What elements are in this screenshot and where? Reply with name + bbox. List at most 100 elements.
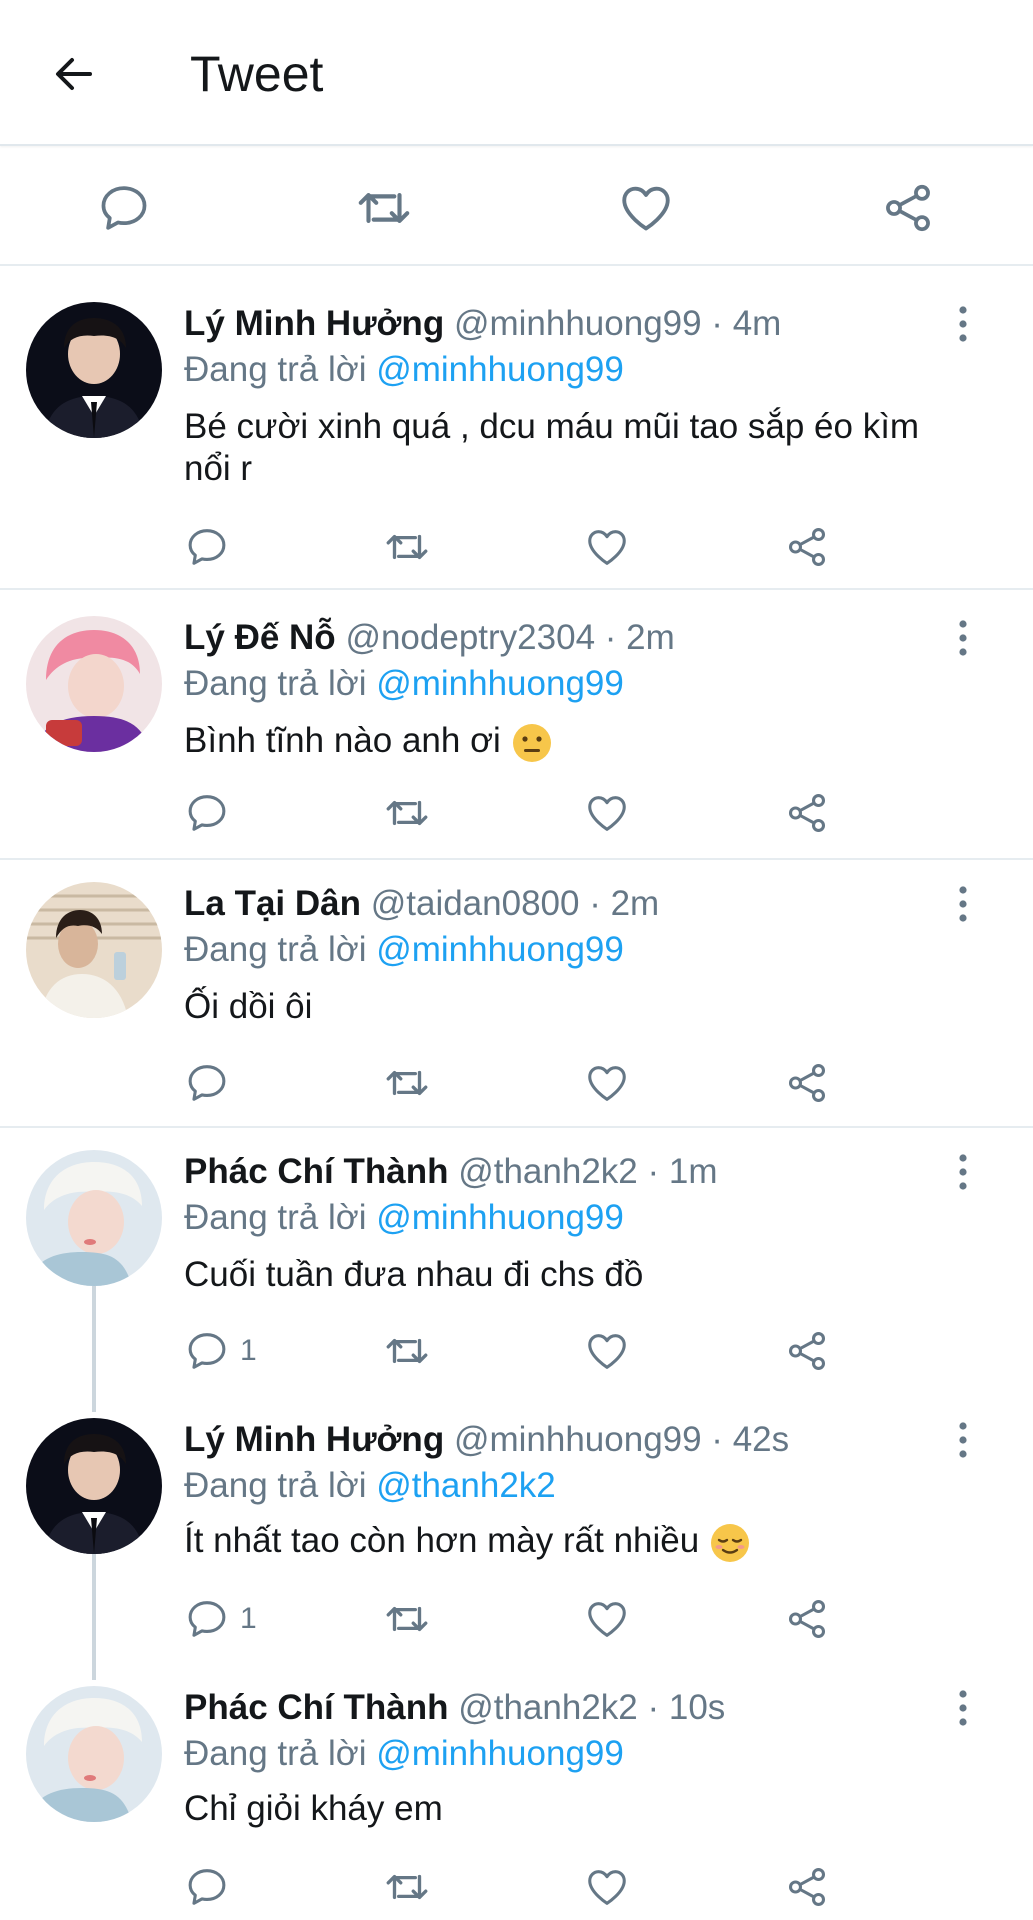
reply-button[interactable] xyxy=(184,788,240,838)
mention-link[interactable]: @minhhuong99 xyxy=(376,930,624,969)
tweet-text: Ít nhất tao còn hơn mày rất nhiều xyxy=(184,1520,974,1564)
heart-icon xyxy=(584,524,630,570)
display-name[interactable]: Lý Minh Hưởng xyxy=(184,304,444,343)
retweet-icon xyxy=(382,1862,432,1912)
like-button[interactable] xyxy=(584,522,630,572)
reply-icon xyxy=(184,1864,230,1910)
replying-to: Đang trả lời @minhhuong99 xyxy=(184,928,624,972)
retweet-button[interactable] xyxy=(382,1862,432,1912)
arrow-left-icon xyxy=(56,58,92,90)
tweet-text: Cuối tuần đưa nhau đi chs đồ xyxy=(184,1254,974,1296)
tweet-text-line: Chỉ giỏi kháy em xyxy=(184,1789,443,1828)
handle-timestamp: @minhhuong99 · 4m xyxy=(453,304,782,343)
reply-tweet[interactable]: La Tại Dân @taidan0800 · 2m Đang trả lời… xyxy=(0,862,1033,1128)
share-button[interactable] xyxy=(784,1058,830,1108)
reply-tweet[interactable]: Phác Chí Thành @thanh2k2 · 1m Đang trả l… xyxy=(0,1130,1033,1398)
display-name[interactable]: Lý Đế Nỗ xyxy=(184,618,336,657)
like-button[interactable] xyxy=(584,1058,630,1108)
mention-link[interactable]: @minhhuong99 xyxy=(376,664,624,703)
share-icon xyxy=(880,180,936,236)
reply-button[interactable] xyxy=(184,522,240,572)
heart-icon xyxy=(584,1864,630,1910)
more-options-button[interactable] xyxy=(948,1418,978,1462)
retweet-icon xyxy=(382,522,432,572)
share-button[interactable] xyxy=(784,1326,830,1376)
retweet-button[interactable] xyxy=(382,1326,432,1376)
retweet-button[interactable] xyxy=(382,788,432,838)
heart-icon xyxy=(584,1060,630,1106)
more-vertical-icon xyxy=(958,618,968,658)
avatar[interactable] xyxy=(26,882,162,1018)
mention-link[interactable]: @minhhuong99 xyxy=(376,1734,624,1773)
replying-to-label: Đang trả lời xyxy=(184,1466,367,1505)
retweet-button[interactable] xyxy=(382,1594,432,1644)
handle-timestamp: @thanh2k2 · 10s xyxy=(458,1688,726,1727)
retweet-button[interactable] xyxy=(382,1058,432,1108)
more-options-button[interactable] xyxy=(948,1686,978,1730)
avatar[interactable] xyxy=(26,1686,162,1822)
reply-button[interactable] xyxy=(184,1058,240,1108)
reply-tweet[interactable]: Phác Chí Thành @thanh2k2 · 10s Đang trả … xyxy=(0,1666,1033,1920)
share-button[interactable] xyxy=(784,788,830,838)
mention-link[interactable]: @minhhuong99 xyxy=(376,350,624,389)
more-vertical-icon xyxy=(958,304,968,344)
share-icon xyxy=(784,790,830,836)
like-button[interactable] xyxy=(584,1594,630,1644)
more-options-button[interactable] xyxy=(948,1150,978,1194)
reply-icon xyxy=(184,1328,230,1374)
reply-tweet[interactable]: Lý Đế Nỗ @nodeptry2304 · 2m Đang trả lời… xyxy=(0,592,1033,860)
display-name[interactable]: Phác Chí Thành xyxy=(184,1152,448,1191)
more-vertical-icon xyxy=(958,884,968,924)
replying-to: Đang trả lời @minhhuong99 xyxy=(184,1196,624,1240)
tweet-text-line: Ít nhất tao còn hơn mày rất nhiều xyxy=(184,1521,700,1560)
more-vertical-icon xyxy=(958,1152,968,1192)
reply-button[interactable] xyxy=(92,176,156,240)
like-button[interactable] xyxy=(614,176,678,240)
tweet-actions xyxy=(184,1058,884,1108)
share-button[interactable] xyxy=(784,522,830,572)
replying-to-label: Đang trả lời xyxy=(184,1734,367,1773)
tweet-text-line: Bình tĩnh nào anh ơi xyxy=(184,721,501,760)
handle-timestamp: @nodeptry2304 · 2m xyxy=(345,618,675,657)
tweet-text: Bình tĩnh nào anh ơi xyxy=(184,720,974,764)
tweet-text-line: Cuối tuần đưa nhau đi chs đồ xyxy=(184,1255,644,1294)
top-app-bar: Tweet xyxy=(0,0,1033,146)
display-name[interactable]: Phác Chí Thành xyxy=(184,1688,448,1727)
reply-button[interactable]: 1 xyxy=(184,1594,257,1644)
avatar[interactable] xyxy=(26,1418,162,1554)
reply-button[interactable] xyxy=(184,1862,240,1912)
mention-link[interactable]: @minhhuong99 xyxy=(376,1198,624,1237)
reply-tweet[interactable]: Lý Minh Hưởng @minhhuong99 · 4m Đang trả… xyxy=(0,268,1033,590)
avatar[interactable] xyxy=(26,1150,162,1286)
page-title: Tweet xyxy=(190,46,324,102)
share-button[interactable] xyxy=(876,176,940,240)
display-name[interactable]: Lý Minh Hưởng xyxy=(184,1420,444,1459)
more-vertical-icon xyxy=(958,1420,968,1460)
heart-icon xyxy=(617,179,675,237)
retweet-button[interactable] xyxy=(382,522,432,572)
like-button[interactable] xyxy=(584,1326,630,1376)
like-button[interactable] xyxy=(584,788,630,838)
reply-button[interactable]: 1 xyxy=(184,1326,257,1376)
like-button[interactable] xyxy=(584,1862,630,1912)
mention-link[interactable]: @thanh2k2 xyxy=(376,1466,556,1505)
more-vertical-icon xyxy=(958,1688,968,1728)
avatar[interactable] xyxy=(26,302,162,438)
retweet-button[interactable] xyxy=(352,176,416,240)
more-options-button[interactable] xyxy=(948,302,978,346)
share-button[interactable] xyxy=(784,1862,830,1912)
back-button[interactable] xyxy=(44,44,104,104)
replying-to-label: Đang trả lời xyxy=(184,664,367,703)
heart-icon xyxy=(584,1328,630,1374)
share-icon xyxy=(784,1060,830,1106)
more-options-button[interactable] xyxy=(948,616,978,660)
display-name[interactable]: La Tại Dân xyxy=(184,884,361,923)
heart-icon xyxy=(584,1596,630,1642)
handle-timestamp: @thanh2k2 · 1m xyxy=(458,1152,718,1191)
share-button[interactable] xyxy=(784,1594,830,1644)
more-options-button[interactable] xyxy=(948,882,978,926)
tweet-text-line: nổi r xyxy=(184,449,253,488)
avatar[interactable] xyxy=(26,616,162,752)
replying-to-label: Đang trả lời xyxy=(184,350,367,389)
reply-tweet[interactable]: Lý Minh Hưởng @minhhuong99 · 42s Đang tr… xyxy=(0,1398,1033,1666)
